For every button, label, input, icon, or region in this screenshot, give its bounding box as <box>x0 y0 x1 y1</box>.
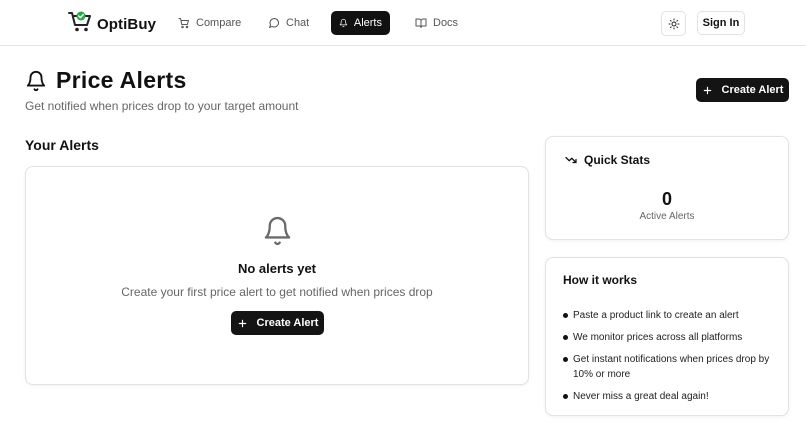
quick-stats-card: Quick Stats 0 Active Alerts <box>545 136 789 240</box>
quick-stats-title: Quick Stats <box>584 153 651 167</box>
your-alerts-heading: Your Alerts <box>25 137 99 153</box>
active-alerts-count: 0 <box>661 189 672 209</box>
empty-state-description: Create your first price alert to get not… <box>121 285 433 299</box>
empty-state-title: No alerts yet <box>237 261 317 276</box>
how-it-works-card: How it works Paste a product link to cre… <box>545 257 789 416</box>
brand-logo[interactable]: OptiBuy <box>68 11 156 38</box>
bell-icon <box>26 70 46 91</box>
nav-chat[interactable]: Chat <box>260 11 317 35</box>
nav-compare-label: Compare <box>196 17 242 29</box>
nav-chat-label: Chat <box>286 17 310 29</box>
nav-docs[interactable]: Docs <box>407 11 466 35</box>
alerts-empty-card: No alerts yet Create your first price al… <box>25 166 529 385</box>
create-alert-label: Create Alert <box>721 84 784 96</box>
how-it-works-title: How it works <box>563 273 638 287</box>
list-item: Never miss a great deal again! <box>563 389 775 404</box>
create-alert-button[interactable]: Create Alert <box>231 311 324 335</box>
bell-icon <box>339 18 348 28</box>
cart-logo-icon <box>68 11 92 38</box>
cart-icon <box>178 18 189 29</box>
theme-toggle-button[interactable] <box>661 11 686 36</box>
bell-icon <box>264 216 291 246</box>
top-navbar: OptiBuy Compare Chat Alerts Docs Sign In <box>0 0 806 46</box>
brand-name: OptiBuy <box>97 16 157 33</box>
plus-icon <box>238 319 246 327</box>
page-title: Price Alerts <box>56 67 187 93</box>
page-header: Price Alerts <box>25 67 187 94</box>
nav-alerts-label: Alerts <box>353 17 382 29</box>
list-item: Paste a product link to create an alert <box>563 308 775 323</box>
plus-icon <box>703 86 711 94</box>
sun-icon <box>668 18 679 29</box>
nav-docs-label: Docs <box>433 17 459 29</box>
quick-stats-header: Quick Stats <box>564 153 650 167</box>
nav-compare[interactable]: Compare <box>170 11 249 35</box>
chat-bubble-icon <box>269 18 279 28</box>
active-alerts-label: Active Alerts <box>639 211 695 222</box>
how-it-works-list: Paste a product link to create an alert … <box>563 308 775 411</box>
sign-in-button[interactable]: Sign In <box>697 11 745 35</box>
nav-alerts[interactable]: Alerts <box>331 11 390 35</box>
page-subtitle: Get notified when prices drop to your ta… <box>25 99 299 113</box>
book-icon <box>415 18 427 28</box>
create-alert-button[interactable]: Create Alert <box>696 78 789 102</box>
create-alert-label: Create Alert <box>256 317 319 329</box>
trending-down-icon <box>565 156 577 164</box>
list-item: Get instant notifications when prices dr… <box>563 352 775 382</box>
list-item: We monitor prices across all platforms <box>563 330 775 345</box>
